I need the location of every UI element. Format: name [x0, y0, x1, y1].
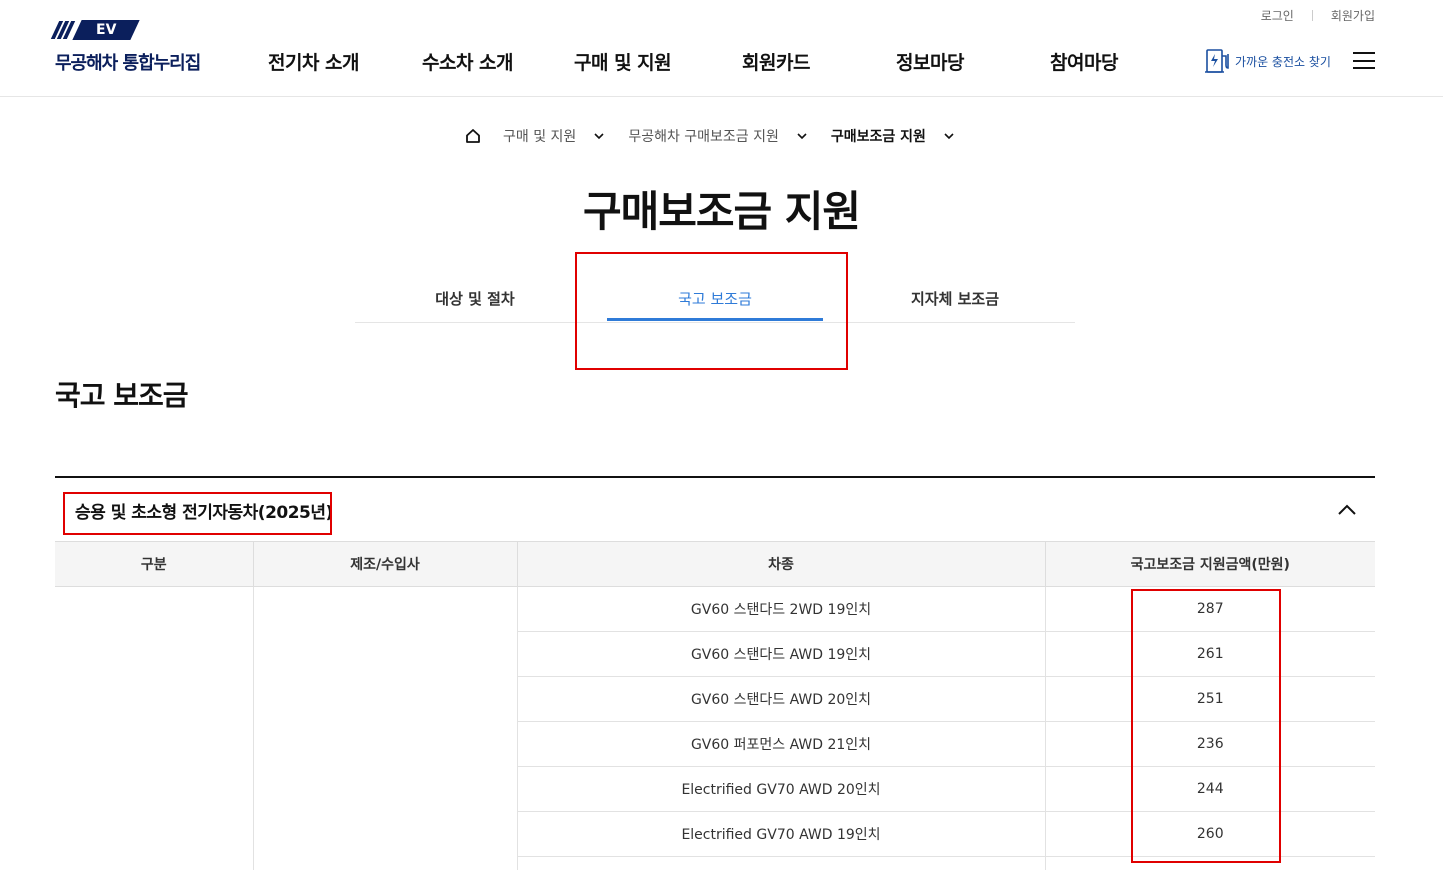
divider: [1311, 10, 1313, 21]
breadcrumb-label: 구매 및 지원: [503, 129, 577, 145]
nav-member-card[interactable]: 회원카드: [742, 48, 810, 75]
login-link[interactable]: 로그인: [1261, 7, 1294, 24]
nav-purchase-support[interactable]: 구매 및 지원: [574, 48, 672, 75]
chevron-down-icon: [944, 132, 954, 139]
category-cell: [55, 586, 254, 870]
page-title: 구매보조금 지원: [582, 187, 861, 236]
site-logo[interactable]: EV 무공해차 통합누리집: [50, 20, 235, 75]
table-header-row: 구분 제조/수입사 차종 국고보조금 지원금액(만원): [55, 541, 1375, 587]
tab-local-subsidy[interactable]: 지자체 보조금: [835, 288, 1075, 309]
find-charger-link[interactable]: 가까운 충전소 찾기: [1205, 47, 1331, 75]
nav-hydrogen-intro[interactable]: 수소차 소개: [422, 48, 514, 75]
model-cell: GV60 퍼포먼스 AWD 21인치: [517, 721, 1046, 767]
logo-slashes: [50, 21, 76, 39]
logo-ev-badge: EV: [72, 20, 140, 40]
nav-ev-intro[interactable]: 전기차 소개: [268, 48, 360, 75]
section-title: 국고 보조금: [55, 379, 189, 412]
chevron-down-icon: [594, 132, 604, 139]
logo-text: 무공해차 통합누리집: [55, 53, 201, 74]
breadcrumb-label: 무공해차 구매보조금 지원: [628, 129, 779, 145]
chevron-down-icon: [797, 132, 807, 139]
home-icon[interactable]: [465, 128, 481, 144]
signup-link[interactable]: 회원가입: [1331, 7, 1375, 24]
breadcrumb-item-current[interactable]: 구매보조금 지원: [831, 126, 978, 146]
hamburger-menu-icon[interactable]: [1353, 52, 1375, 69]
logo-mark: EV: [50, 20, 235, 40]
breadcrumb-item-subsidy[interactable]: 무공해차 구매보조금 지원: [628, 126, 831, 146]
nav-info[interactable]: 정보마당: [896, 48, 964, 75]
nav-participation[interactable]: 참여마당: [1050, 48, 1118, 75]
model-cell: Electrified GV70 AWD 20인치: [517, 766, 1046, 812]
utility-links: 로그인 회원가입: [1261, 7, 1375, 24]
breadcrumb-item-purchase[interactable]: 구매 및 지원: [503, 126, 628, 146]
header-model: 차종: [517, 541, 1046, 587]
highlight-box-accordion: [63, 492, 332, 535]
header-category: 구분: [55, 541, 254, 587]
tab-target-procedure[interactable]: 대상 및 절차: [355, 288, 595, 309]
breadcrumb: 구매 및 지원 무공해차 구매보조금 지원 구매보조금 지원: [465, 126, 978, 146]
header-amount: 국고보조금 지원금액(만원): [1045, 541, 1375, 587]
highlight-box-amounts: [1131, 589, 1281, 863]
accordion-top-border: [55, 476, 1375, 478]
header-manufacturer: 제조/수입사: [253, 541, 518, 587]
model-cell: GV60 스탠다드 AWD 19인치: [517, 631, 1046, 677]
ev-charger-icon: [1205, 49, 1229, 73]
find-charger-label: 가까운 충전소 찾기: [1235, 54, 1331, 69]
highlight-box-tab: [575, 252, 848, 370]
chevron-up-icon[interactable]: [1336, 500, 1358, 518]
model-cell: GV60 스탠다드 2WD 19인치: [517, 586, 1046, 632]
model-cell: [517, 856, 1046, 870]
breadcrumb-label: 구매보조금 지원: [830, 129, 926, 145]
site-header: 로그인 회원가입 EV 무공해차 통합누리집 전기차 소개 수소차 소개 구매 …: [0, 0, 1443, 97]
model-cell: GV60 스탠다드 AWD 20인치: [517, 676, 1046, 722]
model-cell: Electrified GV70 AWD 19인치: [517, 811, 1046, 857]
manufacturer-cell: [253, 586, 518, 870]
